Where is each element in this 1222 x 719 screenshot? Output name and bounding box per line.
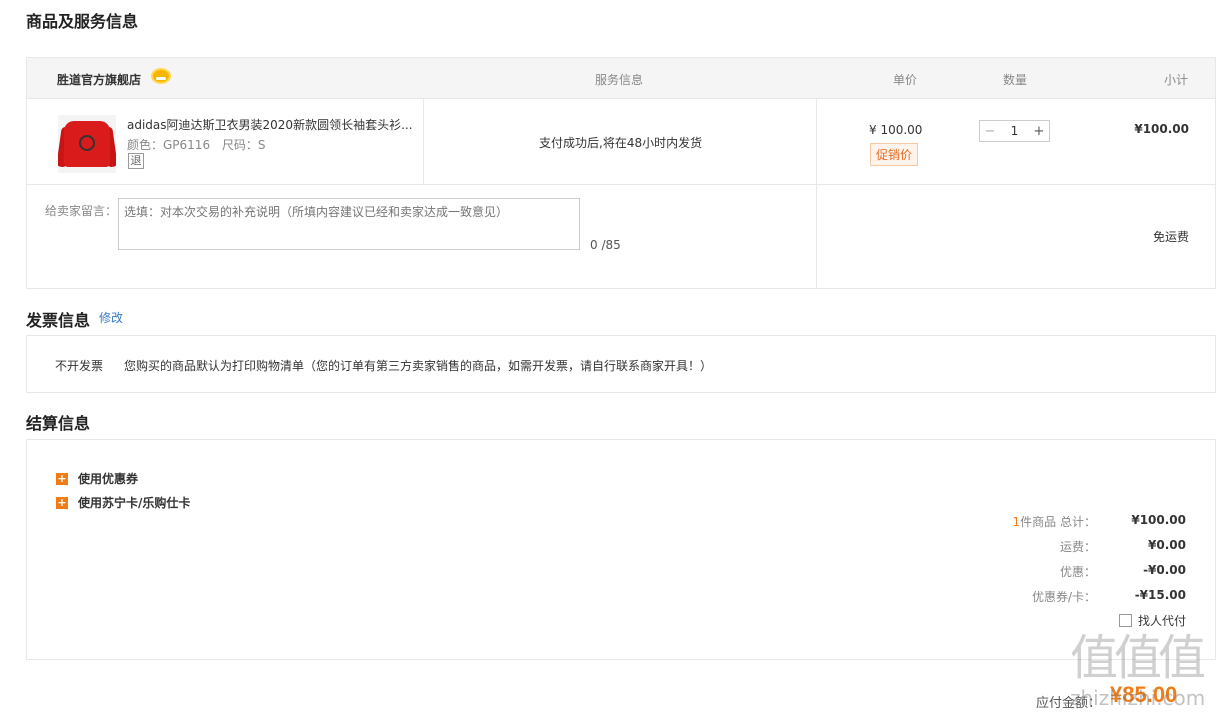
invoice-edit-link[interactable]: 修改	[99, 309, 123, 326]
invoice-type: 不开发票	[55, 359, 104, 373]
header-service: 服务信息	[595, 73, 644, 87]
summary-discount-label: 优惠：	[1059, 565, 1096, 579]
header-subtotal: 小计	[1164, 73, 1189, 87]
invoice-description: 您购买的商品默认为打印购物清单（您的订单有第三方卖家销售的商品，如需开发票，请自…	[124, 359, 713, 373]
header-price: 单价	[893, 73, 918, 87]
summary-total-label: 1件商品 总计：	[1012, 515, 1096, 529]
order-table: 胜道官方旗舰店 服务信息 单价 数量 小计 adidas阿迪达斯卫衣男装2020…	[26, 57, 1216, 289]
store-badge-icon	[151, 68, 171, 84]
summary-discount-value: -¥0.00	[1143, 563, 1186, 577]
summary-discount-row: 优惠： -¥0.00	[926, 563, 1186, 580]
divider	[816, 185, 817, 289]
product-size: 尺码：S	[221, 138, 266, 152]
invoice-title: 发票信息	[26, 311, 91, 330]
unit-price: ¥ 100.00	[869, 123, 923, 137]
product-name-link[interactable]: adidas阿迪达斯卫衣男装2020新款圆领长袖套头衫...	[127, 116, 417, 133]
quantity-input[interactable]: 1	[1000, 124, 1029, 138]
settlement-box: + 使用优惠券 + 使用苏宁卡/乐购仕卡 1件商品 总计： ¥100.00 运费…	[26, 439, 1216, 660]
summary-total-row: 1件商品 总计： ¥100.00	[926, 513, 1186, 530]
summary-freight-value: ¥0.00	[1148, 538, 1186, 552]
seller-note-input[interactable]	[118, 198, 580, 250]
use-coupon-label: 使用优惠券	[78, 472, 139, 486]
divider	[816, 99, 817, 185]
use-card-label: 使用苏宁卡/乐购仕卡	[78, 496, 191, 510]
quantity-decrease-button[interactable]: −	[980, 124, 1000, 139]
seller-note-label: 给卖家留言：	[45, 204, 118, 218]
product-attributes: 颜色：GP6116 尺码：S	[127, 136, 274, 153]
store-name[interactable]: 胜道官方旗舰店	[57, 71, 141, 88]
table-header: 胜道官方旗舰店 服务信息 单价 数量 小计	[27, 58, 1215, 99]
expand-plus-icon: +	[56, 495, 68, 509]
invoice-box: 不开发票 您购买的商品默认为打印购物清单（您的订单有第三方卖家销售的商品，如需开…	[26, 335, 1216, 393]
return-policy-icon[interactable]: 退	[128, 153, 144, 169]
product-color: 颜色：GP6116	[127, 138, 211, 152]
item-subtotal: ¥100.00	[1134, 122, 1189, 136]
note-row: 给卖家留言： 0 /85 免运费	[27, 185, 1215, 289]
summary-coupon-card-label: 优惠券/卡：	[1031, 590, 1096, 604]
divider	[423, 99, 424, 185]
summary-coupon-card-row: 优惠券/卡： -¥15.00	[926, 588, 1186, 605]
settlement-title: 结算信息	[26, 414, 91, 433]
shipping-fee-text: 免运费	[1152, 230, 1189, 244]
note-char-count: 0 /85	[590, 238, 621, 252]
watermark-url: zhizhizhi.com	[1070, 686, 1206, 710]
summary-freight-row: 运费： ¥0.00	[926, 538, 1186, 555]
site-watermark: 值值值 zhizhizhi.com	[1070, 632, 1215, 717]
goods-row: adidas阿迪达斯卫衣男装2020新款圆领长袖套头衫... 颜色：GP6116…	[27, 99, 1215, 185]
product-thumbnail[interactable]	[58, 115, 116, 173]
service-info: 支付成功后,将在48小时内发货	[539, 136, 703, 150]
goods-info-title: 商品及服务信息	[26, 12, 139, 31]
summary-total-value: ¥100.00	[1131, 513, 1186, 527]
summary-coupon-card-value: -¥15.00	[1134, 588, 1186, 602]
quantity-increase-button[interactable]: +	[1029, 124, 1049, 139]
use-coupon-toggle[interactable]: + 使用优惠券	[56, 470, 138, 487]
summary-freight-label: 运费：	[1059, 540, 1096, 554]
use-card-toggle[interactable]: + 使用苏宁卡/乐购仕卡	[56, 494, 190, 511]
promo-price-tag: 促销价	[870, 143, 919, 166]
watermark-chars: 值值值	[1070, 630, 1206, 686]
agent-pay-option[interactable]: 找人代付	[1118, 612, 1186, 629]
header-quantity: 数量	[1003, 73, 1028, 87]
expand-plus-icon: +	[56, 471, 68, 485]
agent-pay-label: 找人代付	[1137, 614, 1186, 628]
agent-pay-checkbox[interactable]	[1118, 614, 1132, 627]
quantity-stepper: − 1 +	[979, 120, 1050, 142]
